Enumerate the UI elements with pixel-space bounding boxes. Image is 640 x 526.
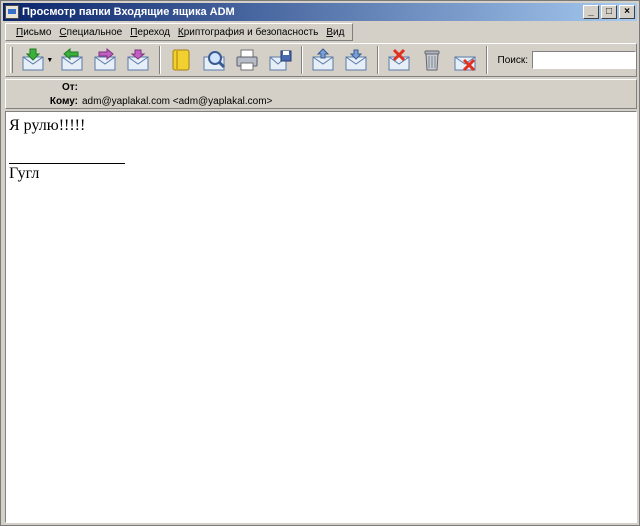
toolbar-separator (158, 46, 161, 74)
print-button[interactable] (233, 46, 262, 74)
address-book-button[interactable] (167, 46, 196, 74)
copy-button[interactable] (342, 46, 371, 74)
save-button[interactable] (266, 46, 295, 74)
message-headers: От: Кому: adm@yaplakal.com <adm@yaplakal… (5, 79, 637, 109)
minimize-button[interactable]: _ (583, 5, 599, 19)
toolbar: ▼ Поиск: (5, 43, 637, 77)
toolbar-separator (485, 46, 488, 74)
from-label: От: (61, 82, 78, 93)
delete-message-icon (388, 48, 410, 71)
forward-icon (94, 48, 116, 71)
delete-message-button[interactable] (385, 46, 414, 74)
search-label: Поиск: (497, 54, 529, 66)
find-button[interactable] (200, 46, 229, 74)
to-value[interactable]: adm@yaplakal.com <adm@yaplakal.com> (82, 96, 272, 109)
move-button[interactable] (309, 46, 338, 74)
search-box: Поиск: (497, 51, 636, 69)
toolbar-separator (376, 46, 379, 74)
new-message-icon (127, 49, 149, 71)
receive-mail-icon (22, 48, 44, 71)
menu-special[interactable]: Специальное (55, 27, 126, 38)
copy-icon (345, 49, 367, 71)
move-icon (312, 48, 334, 71)
reply-icon (61, 48, 83, 71)
receive-mail-button[interactable] (19, 46, 48, 74)
menu-go[interactable]: Переход (126, 27, 174, 38)
search-input[interactable] (532, 51, 636, 69)
to-label: Кому: (49, 96, 78, 107)
new-message-button[interactable] (124, 46, 153, 74)
window-title: Просмотр папки Входящие ящика ADM (22, 6, 235, 18)
title-bar[interactable]: Просмотр папки Входящие ящика ADM _ □ × (3, 3, 637, 21)
menu-bar: Письмо Специальное Переход Криптография … (5, 23, 637, 41)
menu-letter[interactable]: Письмо (12, 27, 55, 38)
from-row: От: (6, 82, 82, 95)
trash-button[interactable] (418, 46, 447, 74)
toolbar-grip[interactable] (10, 47, 13, 73)
forward-button[interactable] (91, 46, 120, 74)
toolbar-separator (300, 46, 303, 74)
close-button[interactable]: × (619, 5, 635, 19)
to-row: Кому: adm@yaplakal.com <adm@yaplakal.com… (6, 96, 273, 109)
signature-separator (9, 135, 125, 164)
address-book-icon (172, 49, 190, 71)
reply-button[interactable] (58, 46, 87, 74)
message-text: Я рулю!!!!! (9, 117, 86, 134)
maximize-button[interactable]: □ (601, 5, 617, 19)
message-body[interactable]: Я рулю!!!!! Гугл (5, 111, 637, 523)
trash-icon (424, 50, 440, 71)
save-icon (269, 50, 292, 71)
menu-view[interactable]: Вид (322, 27, 348, 38)
app-icon (5, 5, 19, 19)
main-window: Просмотр папки Входящие ящика ADM _ □ × … (0, 0, 640, 526)
junk-button[interactable] (451, 46, 480, 74)
print-icon (236, 49, 258, 71)
find-icon (203, 51, 226, 71)
signature-text: Гугл (9, 165, 40, 182)
junk-icon (454, 56, 476, 72)
menu-crypto[interactable]: Криптография и безопасность (174, 27, 322, 38)
